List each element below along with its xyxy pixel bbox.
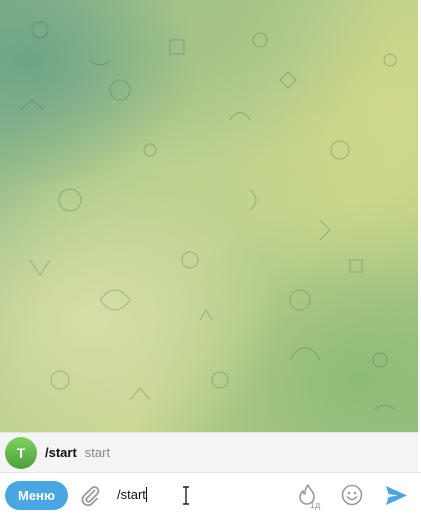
message-input-value: /start — [117, 487, 146, 502]
text-cursor-icon — [183, 486, 189, 505]
message-composer: Меню /start 1д — [0, 472, 421, 515]
message-input[interactable]: /start — [117, 487, 147, 502]
command-name: /start — [45, 445, 77, 460]
text-caret — [145, 487, 147, 502]
doodle-pattern — [19, 21, 397, 411]
emoji-icon[interactable] — [341, 484, 363, 506]
svg-text:1д: 1д — [310, 500, 321, 510]
chat-background — [0, 0, 418, 432]
paperclip-icon[interactable] — [78, 484, 102, 508]
send-icon[interactable] — [385, 485, 408, 506]
bot-command-suggestion[interactable]: T /start start — [0, 432, 418, 472]
self-destruct-timer-icon[interactable]: 1д — [296, 482, 322, 510]
command-description: start — [84, 445, 111, 460]
bot-avatar: T — [5, 436, 37, 469]
menu-button[interactable]: Меню — [5, 481, 68, 510]
